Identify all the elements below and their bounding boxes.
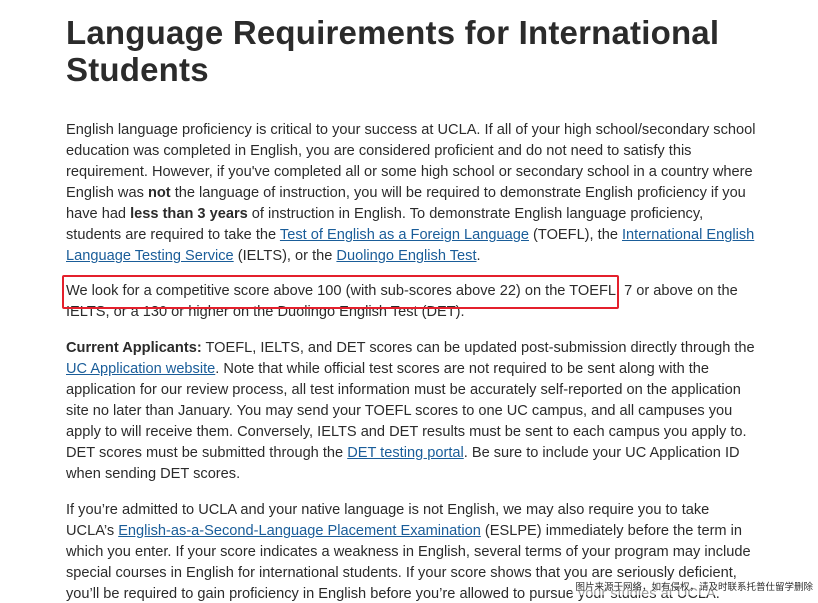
text-segment: (IELTS), or the <box>233 248 337 264</box>
uc-application-link[interactable]: UC Application website <box>66 361 215 377</box>
text-segment: (TOEFL), the <box>529 227 622 243</box>
current-applicants-paragraph: Current Applicants: TOEFL, IELTS, and DE… <box>66 338 756 485</box>
duolingo-link[interactable]: Duolingo English Test <box>336 248 476 264</box>
score-requirement-text: We look for a competitive score above 10… <box>66 283 738 320</box>
bold-not: not <box>147 185 171 201</box>
intro-paragraph: English language proficiency is critical… <box>66 120 756 267</box>
page-title: Language Requirements for International … <box>66 14 720 88</box>
watermark: 图片来源于网络，如有侵权，请及时联系托普仕留学删除 <box>572 581 816 595</box>
score-requirement-paragraph: We look for a competitive score above 10… <box>62 275 756 323</box>
text-segment: . <box>476 248 481 264</box>
det-portal-link[interactable]: DET testing portal <box>347 445 464 461</box>
eslpe-link[interactable]: English-as-a-Second-Language Placement E… <box>118 523 481 539</box>
current-applicants-label: Current Applicants: <box>66 340 202 356</box>
article: Language Requirements for International … <box>62 0 756 603</box>
bold-less-than-3-years: less than 3 years <box>130 206 248 222</box>
text-segment: TOEFL, IELTS, and DET scores can be upda… <box>201 340 755 356</box>
toefl-link[interactable]: Test of English as a Foreign Language <box>280 227 529 243</box>
